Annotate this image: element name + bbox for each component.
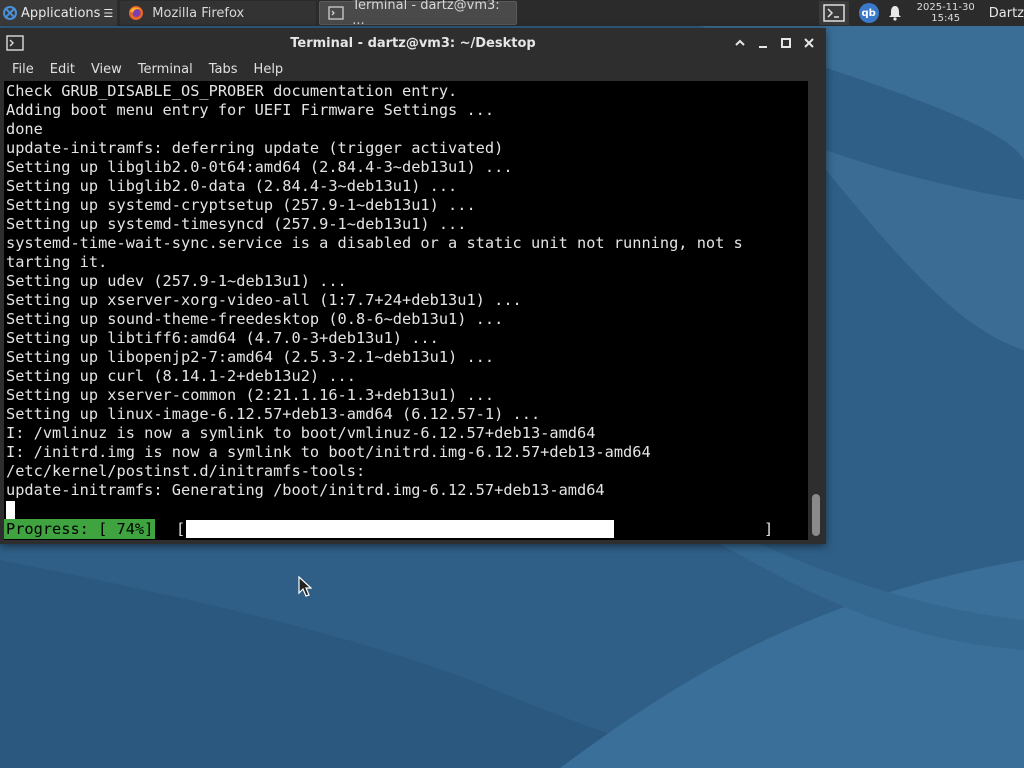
window-close-button[interactable] [797,33,820,53]
terminal-line: Setting up libglib2.0-0t64:amd64 (2.84.4… [6,158,513,176]
menu-help[interactable]: Help [246,62,292,77]
progress-bar-fill [186,520,614,538]
taskbar-firefox-label: Mozilla Firefox [152,5,245,21]
terminal-line: systemd-time-wait-sync.service is a disa… [6,234,743,252]
window-shade-button[interactable] [728,33,751,53]
maximize-icon [780,38,791,48]
menu-view[interactable]: View [83,62,130,77]
applications-menu-button[interactable]: Applications ☰ [0,0,118,26]
panel-clock[interactable]: 2025-11-30 15:45 [917,2,975,24]
terminal-output: Check GRUB_DISABLE_OS_PROBER documentati… [4,81,808,520]
scrollbar-thumb[interactable] [812,494,820,536]
progress-label: Progress: [ 74%] [4,519,156,539]
taskbar-terminal[interactable]: Terminal - dartz@vm3: ... [319,0,518,28]
progress-row: Progress: [ 74%] [ ] [4,519,808,539]
window-menubar: File Edit View Terminal Tabs Help [0,58,826,80]
terminal-line: Adding boot menu entry for UEFI Firmware… [6,101,495,119]
progress-bracket-close: ] [764,520,774,538]
user-menu[interactable]: Dartz [989,6,1024,21]
terminal-line: I: /vmlinuz is now a symlink to boot/vml… [6,424,596,442]
window-title: Terminal - dartz@vm3: ~/Desktop [290,35,536,51]
window-minimize-button[interactable] [751,33,774,53]
menu-terminal[interactable]: Terminal [130,62,201,77]
tray-terminal-launcher[interactable] [818,1,849,25]
terminal-line: update-initramfs: Generating /boot/initr… [6,481,605,499]
qbittorrent-tray-icon[interactable]: qb [858,3,879,23]
menu-tabs[interactable]: Tabs [201,62,246,77]
terminal-icon [328,6,344,20]
window-maximize-button[interactable] [774,33,797,53]
clock-time: 15:45 [931,13,961,24]
terminal-line: Setting up sound-theme-freedesktop (0.8-… [6,310,504,328]
progress-bracket-open: [ [176,520,186,538]
taskbar-terminal-label: Terminal - dartz@vm3: ... [352,0,500,28]
terminal-line: /etc/kernel/postinst.d/initramfs-tools: [6,462,366,480]
clock-date: 2025-11-30 [916,2,975,13]
mouse-pointer-icon [298,576,312,597]
close-icon [803,38,814,48]
terminal-line: Setting up xserver-xorg-video-all (1:7.7… [6,291,522,309]
terminal-cursor [6,501,15,519]
terminal-line: Check GRUB_DISABLE_OS_PROBER documentati… [6,82,458,100]
terminal-line: Setting up xserver-common (2:21.1.16-1.3… [6,386,495,404]
terminal-window: Terminal - dartz@vm3: ~/Desktop File Edi… [0,28,826,544]
terminal-line: Setting up udev (257.9-1~deb13u1) ... [6,272,347,290]
chevron-up-icon [734,39,745,46]
notification-bell-icon[interactable] [887,5,903,21]
terminal-window-icon [6,35,24,51]
terminal-screen[interactable]: Check GRUB_DISABLE_OS_PROBER documentati… [4,81,808,540]
firefox-icon [129,6,144,20]
window-titlebar[interactable]: Terminal - dartz@vm3: ~/Desktop [0,28,826,58]
terminal-line: tarting it. [6,253,108,271]
menu-edit[interactable]: Edit [42,62,83,77]
terminal-line: update-initramfs: deferring update (trig… [6,139,504,157]
terminal-line: Setting up systemd-timesyncd (257.9-1~de… [6,215,467,233]
applications-label: Applications [21,5,101,21]
terminal-line: Setting up libtiff6:amd64 (4.7.0-3+deb13… [6,329,439,347]
terminal-line: Setting up libglib2.0-data (2.84.4-3~deb… [6,177,458,195]
top-panel: Applications ☰ Mozilla Firefox Terminal … [0,0,1024,28]
terminal-line: Setting up libopenjp2-7:amd64 (2.5.3-2.1… [6,348,495,366]
terminal-line: Setting up systemd-cryptsetup (257.9-1~d… [6,196,476,214]
terminal-line: Setting up curl (8.14.1-2+deb13u2) ... [6,367,356,385]
minimize-icon [758,46,767,48]
terminal-line: Setting up linux-image-6.12.57+deb13-amd… [6,405,541,423]
terminal-line: I: /initrd.img is now a symlink to boot/… [6,443,651,461]
xfce-logo-icon [3,6,17,20]
applications-menu-icon: ☰ [103,6,114,20]
terminal-line: done [6,120,43,138]
terminal-scrollbar[interactable] [810,81,822,540]
terminal-launcher-icon [822,4,845,22]
taskbar-firefox[interactable]: Mozilla Firefox [120,1,317,25]
menu-file[interactable]: File [4,62,42,77]
